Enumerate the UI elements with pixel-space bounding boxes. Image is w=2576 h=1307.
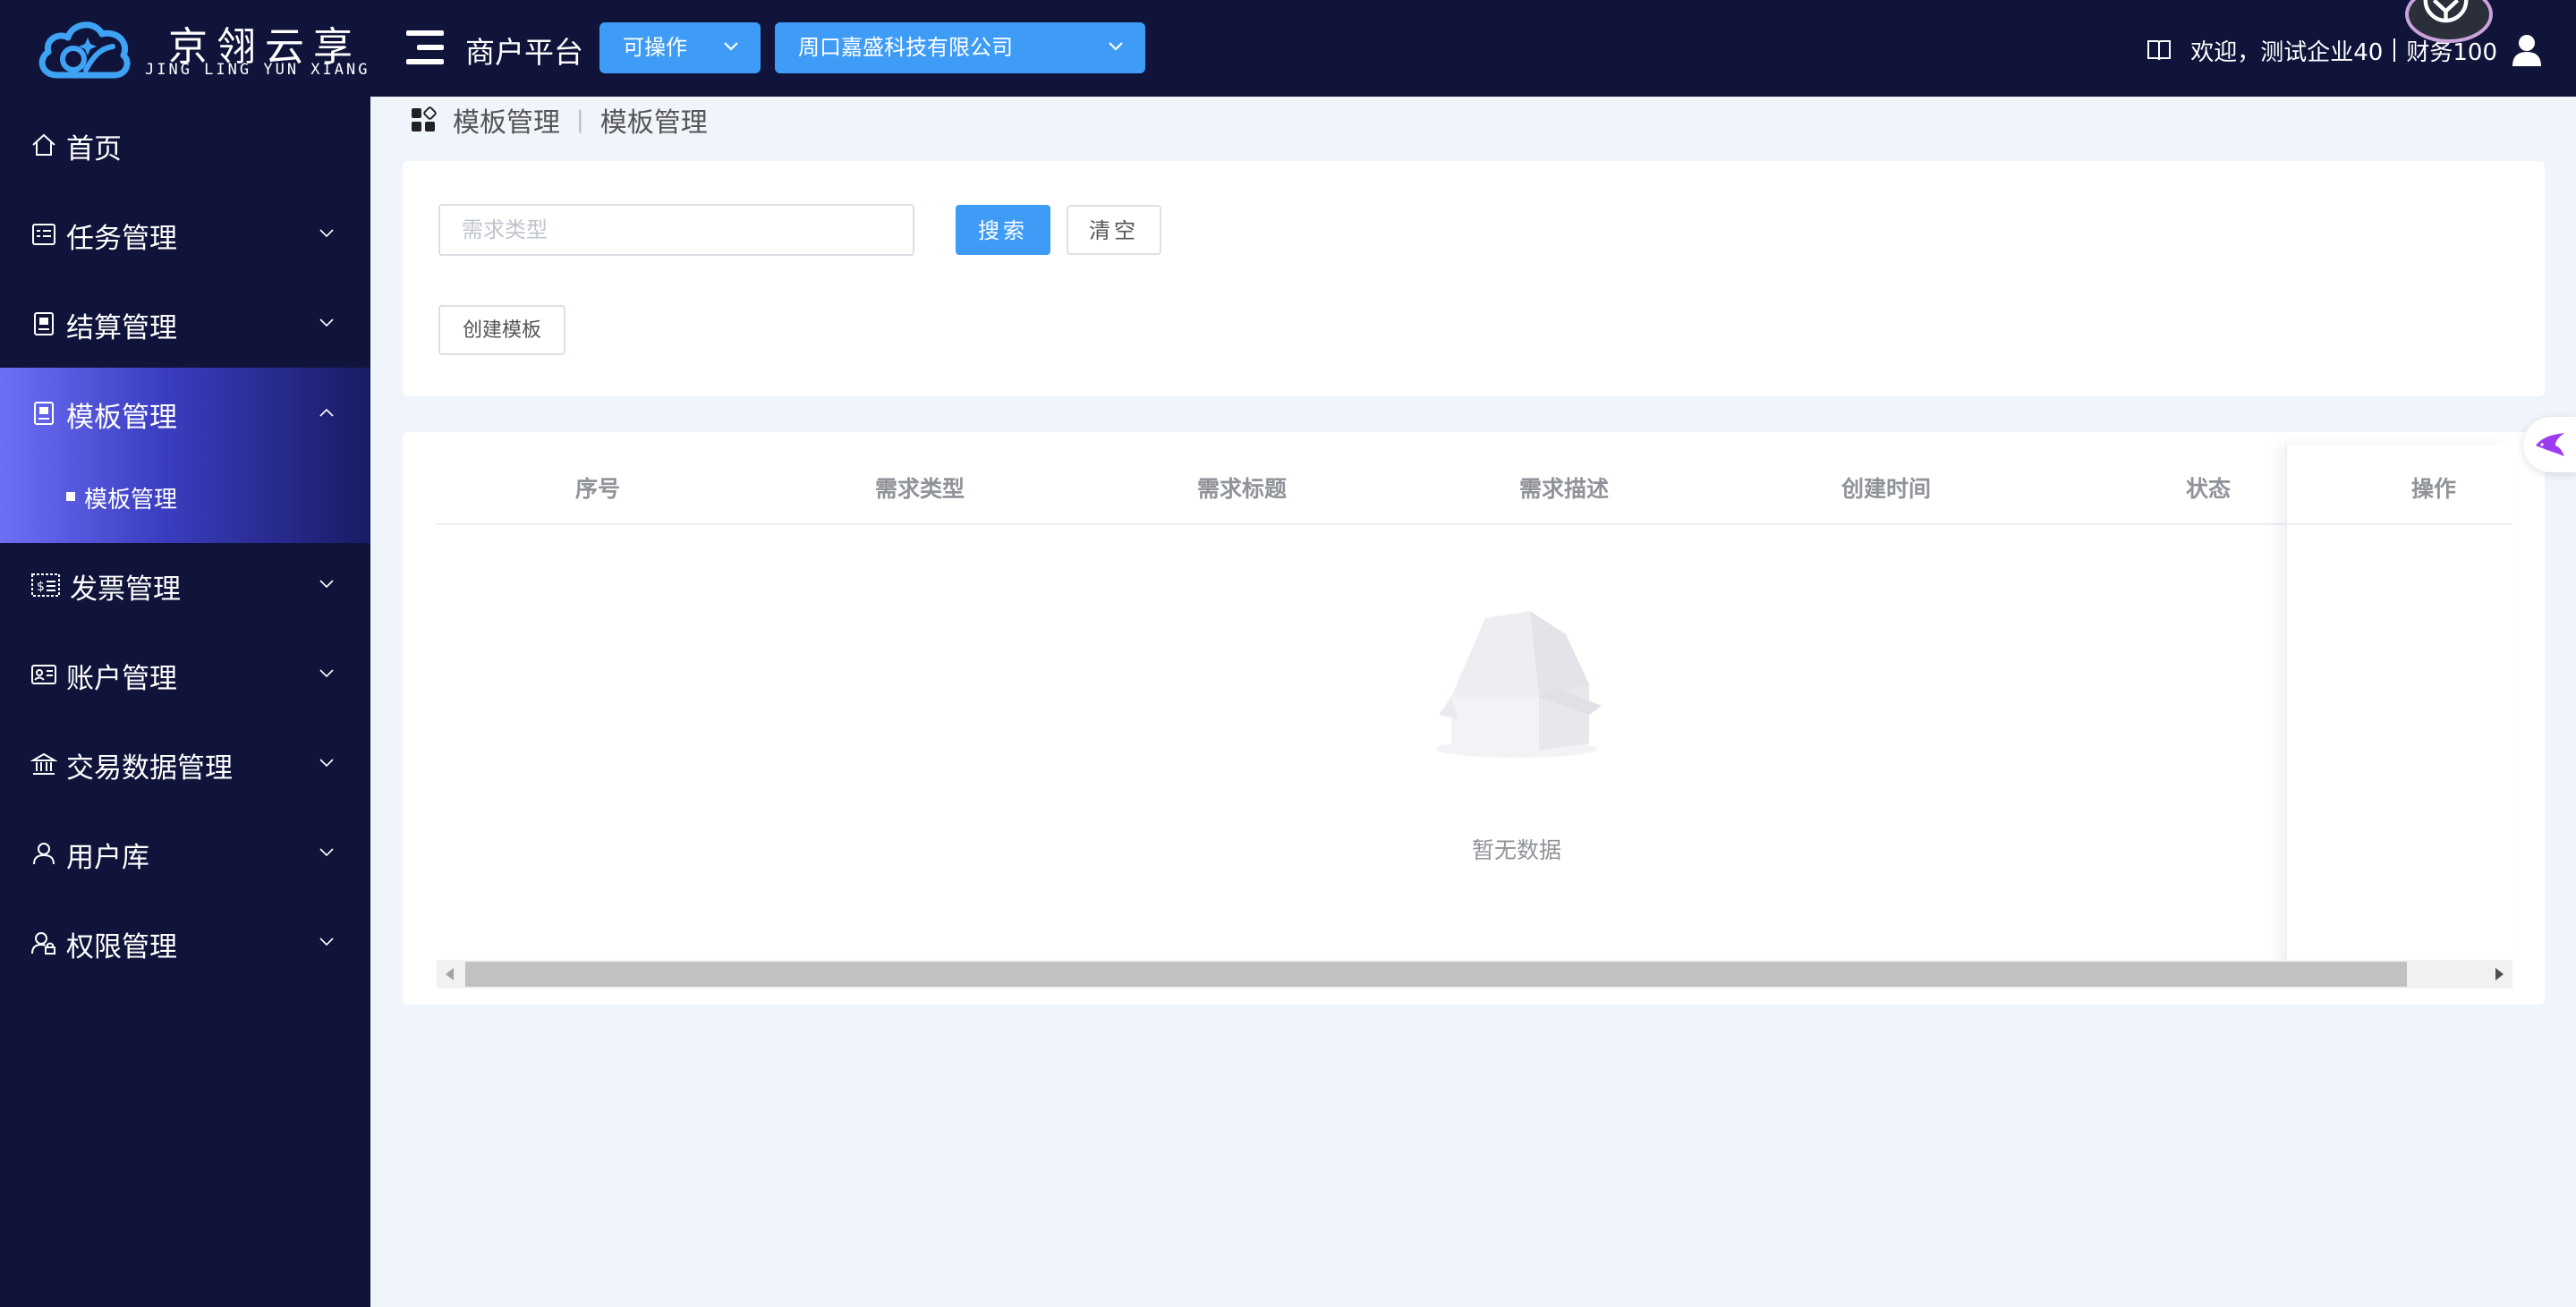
create-template-button[interactable]: 创建模板 (438, 305, 565, 355)
invoice-icon: $ (31, 573, 60, 597)
sidebar-item-task[interactable]: 任务管理 (0, 189, 370, 278)
search-panel: 搜索 清空 创建模板 (403, 161, 2545, 396)
breadcrumb-parent[interactable]: 模板管理 (453, 100, 560, 140)
chevron-down-icon (319, 759, 334, 768)
apps-icon (412, 106, 437, 132)
chevron-down-icon (319, 580, 334, 589)
breadcrumb: 模板管理 | 模板管理 (410, 100, 708, 140)
sidebar-item-label: 权限管理 (66, 931, 177, 963)
sidebar-subitem-label: 模板管理 (84, 487, 178, 513)
platform-title: 商户平台 (465, 35, 583, 70)
company-select[interactable]: 周口嘉盛科技有限公司 (775, 22, 1145, 73)
fixed-actions-column (2285, 445, 2512, 972)
template-icon (34, 402, 54, 425)
column-header-created-time: 创建时间 (1841, 476, 1932, 502)
chevron-down-icon (319, 229, 334, 238)
book-icon[interactable] (2146, 37, 2172, 64)
account-icon (31, 665, 56, 684)
empty-state-text: 暂无数据 (1471, 837, 1561, 863)
sidebar-item-invoice[interactable]: $ 发票管理 (0, 539, 370, 629)
status-select-value: 可操作 (623, 35, 687, 60)
breadcrumb-current: 模板管理 (599, 107, 708, 139)
header-divider (2393, 38, 2396, 62)
sidebar-item-label: 首页 (66, 133, 122, 165)
sidebar-item-label: 模板管理 (66, 402, 177, 434)
floating-assistant-tab[interactable] (2523, 417, 2576, 472)
user-icon[interactable] (2512, 34, 2542, 66)
sidebar-item-template[interactable]: 模板管理 (0, 368, 370, 457)
column-header-status: 状态 (2185, 476, 2232, 502)
sidebar-item-trade-data[interactable]: 交易数据管理 (0, 718, 370, 808)
search-button[interactable]: 搜索 (956, 205, 1050, 255)
column-header-demand-desc: 需求描述 (1518, 476, 1610, 502)
demand-type-input[interactable] (438, 204, 914, 256)
chevron-down-icon (319, 848, 334, 857)
sidebar-item-label: 结算管理 (66, 312, 177, 344)
scroll-left-arrow-icon[interactable] (446, 968, 454, 980)
bird-icon (2536, 433, 2564, 456)
sidebar-item-home[interactable]: 首页 (0, 99, 370, 189)
sidebar-item-permission[interactable]: 权限管理 (0, 897, 370, 987)
sidebar: 首页 任务管理 结算管理 模板管理 模板管理 $ 发票管理 账户管理 交易数据管… (0, 97, 370, 1307)
chevron-down-icon (1109, 42, 1123, 51)
company-select-value: 周口嘉盛科技有限公司 (798, 35, 1013, 60)
column-header-demand-title: 需求标题 (1196, 476, 1288, 502)
task-icon (32, 224, 55, 245)
table-header: 序号 需求类型 需求标题 需求描述 创建时间 状态 操作 (437, 432, 2512, 525)
bank-icon (30, 752, 57, 775)
scroll-right-arrow-icon[interactable] (2495, 968, 2504, 980)
scrollbar-thumb[interactable] (465, 962, 2407, 987)
column-header-index: 序号 (574, 476, 621, 502)
horizontal-scrollbar[interactable] (437, 960, 2512, 989)
sidebar-item-label: 交易数据管理 (66, 752, 233, 785)
chevron-down-icon (319, 938, 334, 946)
chevron-down-icon (724, 42, 738, 51)
home-icon (32, 133, 55, 156)
svg-text:$: $ (37, 580, 45, 594)
robot-avatar-icon (2423, 0, 2469, 23)
breadcrumb-separator: | (576, 106, 584, 133)
column-header-demand-type: 需求类型 (874, 476, 965, 502)
sidebar-item-label: 账户管理 (66, 663, 177, 695)
sidebar-item-user-library[interactable]: 用户库 (0, 808, 370, 897)
sidebar-item-label: 用户库 (66, 842, 149, 874)
bullet-icon (66, 492, 75, 501)
logo[interactable]: 京翎云享 JING LING YUN XIANG (36, 13, 367, 84)
cloud-logo-icon (38, 21, 131, 79)
menu-toggle-icon[interactable] (406, 30, 444, 64)
user-icon (33, 843, 55, 865)
sidebar-item-settlement[interactable]: 结算管理 (0, 278, 370, 368)
chevron-down-icon (319, 318, 334, 327)
template-table: 序号 需求类型 需求标题 需求描述 创建时间 状态 操作 暂无数据 (403, 432, 2545, 1005)
permission-icon (31, 932, 55, 955)
sidebar-item-label: 任务管理 (66, 223, 177, 255)
clear-button[interactable]: 清空 (1067, 205, 1161, 255)
chevron-up-icon (319, 408, 334, 417)
chevron-down-icon (319, 669, 334, 678)
status-select[interactable]: 可操作 (599, 22, 761, 73)
top-header: 京翎云享 JING LING YUN XIANG 商户平台 可操作 周口嘉盛科技… (0, 0, 2576, 97)
settlement-icon (34, 312, 54, 335)
welcome-text: 欢迎，测试企业40 (2190, 38, 2384, 66)
sidebar-subitem-template[interactable]: 模板管理 (0, 463, 370, 535)
sidebar-item-account[interactable]: 账户管理 (0, 629, 370, 718)
header-user-area: 欢迎，测试企业40 财务100 (2146, 32, 2542, 68)
logo-text-en: JING LING YUN XIANG (145, 61, 370, 79)
sidebar-item-label: 发票管理 (70, 573, 181, 606)
empty-box-icon (1436, 611, 1602, 758)
